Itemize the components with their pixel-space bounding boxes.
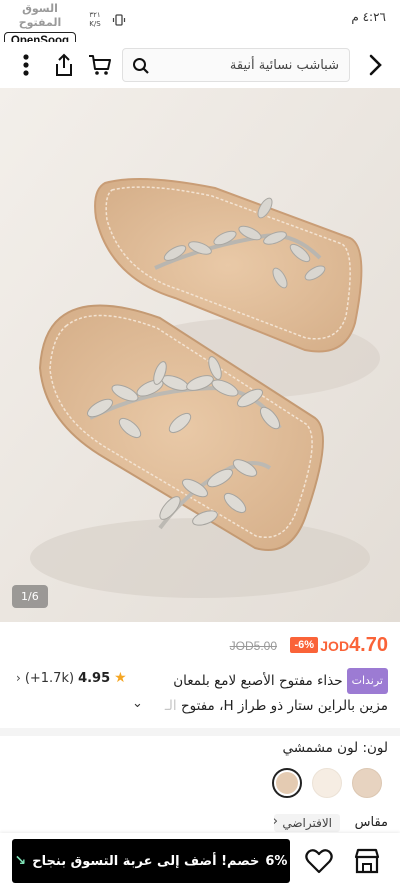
add-cart-text: خصم! أضف إلى عربة التسوق بنجاح [32,853,260,869]
size-default-option[interactable]: الافتراضي [274,814,340,832]
search-text: شباشب نسائية أنيقة [229,58,339,73]
share-icon[interactable] [52,52,76,78]
image-counter: 1/6 [12,585,48,608]
price-value: 4.70 [349,634,388,656]
title-text-1: حذاء مفتوح الأصبع لامع بلمعان [173,673,343,689]
watermark-arabic: السوق المفتوح [18,2,62,29]
current-price: JOD4.70 [320,634,388,657]
color-swatch-apricot[interactable] [272,768,302,798]
trend-down-icon: ↘ [14,853,27,869]
cart-icon[interactable] [88,53,112,77]
more-icon[interactable] [18,52,34,78]
status-bar: السوق المفتوح OpenSooq ٣٢١ K/S ٤:٢٦ م [0,0,400,50]
bottom-bar: 6% خصم! أضف إلى عربة التسوق بنجاح ↘ [0,833,400,889]
search-input[interactable]: شباشب نسائية أنيقة [122,48,350,82]
color-swatch-3[interactable] [352,768,382,798]
vibrate-icon [112,14,126,26]
old-price: JOD5.00 [229,639,277,653]
currency-prefix: JOD [320,638,350,654]
swatch-fill [276,772,298,794]
rating-score: 4.95 [78,670,111,686]
star-icon: ★ [114,670,127,686]
status-time: ٤:٢٦ م [351,10,386,24]
section-divider [0,728,400,736]
search-icon[interactable] [132,57,150,75]
status-icons: ٣٢١ K/S [84,11,126,29]
top-nav: شباشب نسائية أنيقة [0,42,400,88]
title-text-2-faded: الـ [164,698,181,714]
size-chevron-icon[interactable]: › [273,814,278,829]
rating[interactable]: › (+1.7k) 4.95 ★ [16,670,127,686]
title-line-2: مزين بالراين ستار ذو طراز H، مفتوح الـ [12,694,388,718]
expand-chevron-icon[interactable]: ⌄ [132,696,143,711]
price-row: JOD4.70 -6% JOD5.00 [0,634,400,662]
color-label: لون: لون مشمشي [282,740,388,756]
product-image[interactable]: 1/6 [0,88,400,622]
sandals-illustration [0,88,400,622]
cart-discount-pct: 6% [265,853,288,869]
add-to-cart-button[interactable]: 6% خصم! أضف إلى عربة التسوق بنجاح ↘ [12,839,290,883]
discount-badge: -6% [290,637,318,653]
back-arrow-icon[interactable] [362,52,388,78]
size-label: مقاس [354,815,388,830]
title-text-2: مزين بالراين ستار ذو طراز H، مفتوح [180,698,388,714]
rating-count: (+1.7k) [24,670,75,686]
net-speed: ٣٢١ K/S [89,11,101,28]
chevron-right-icon: › [16,671,21,685]
color-swatch-2[interactable] [312,768,342,798]
store-icon[interactable] [352,846,382,876]
heart-icon[interactable] [305,848,333,874]
trend-badge: ترندات [346,668,388,694]
